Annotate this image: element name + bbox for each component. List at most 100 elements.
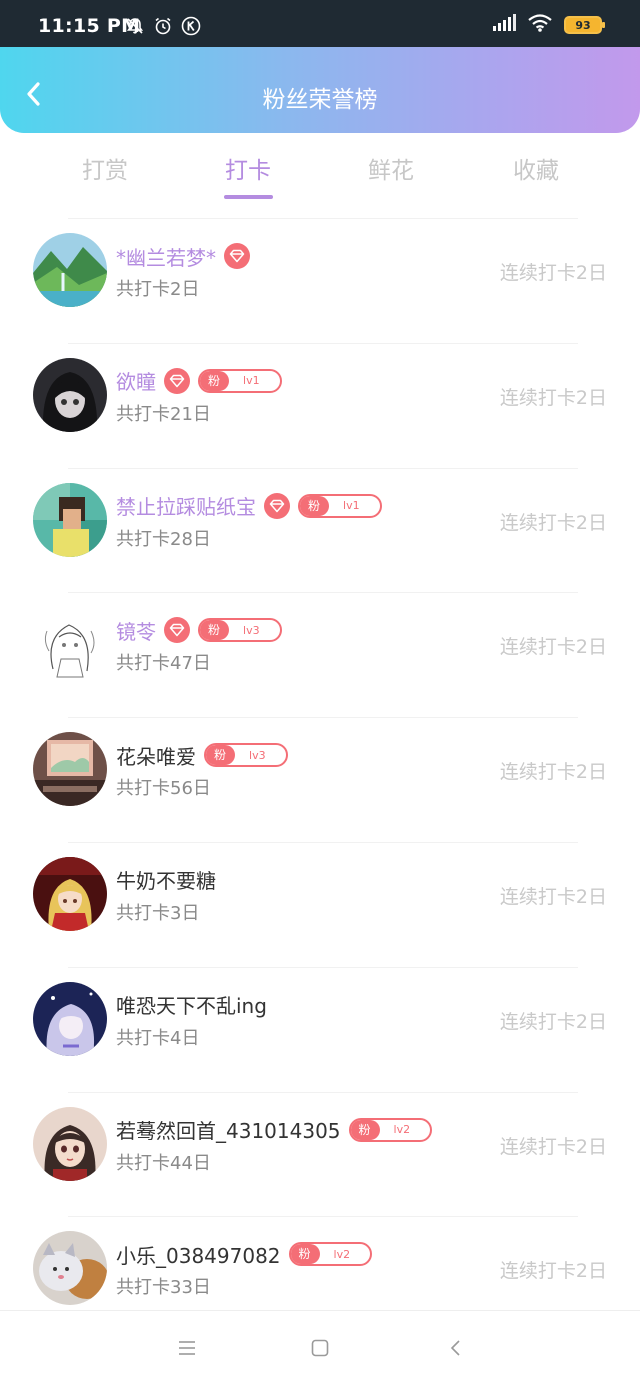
avatar[interactable] [33,856,107,931]
tab-flowers[interactable]: 鲜花 [341,151,441,185]
name-line: 若蓦然回首_431014305 粉 lv2 [116,1115,433,1144]
signal-icon [492,14,516,36]
avatar[interactable] [33,607,107,682]
tab-favorites[interactable]: 收藏 [486,151,586,185]
fan-name[interactable]: 牛奶不要糖 [116,865,216,894]
tab-bar: 打赏 打卡 鲜花 收藏 [0,145,640,205]
streak-label: 连续打卡2日 [499,1135,607,1158]
fan-level-badge: 粉 lv3 [204,743,288,768]
status-bar: 11:15 PM 93 [0,0,640,47]
avatar[interactable] [33,732,107,807]
fan-badge-label: 粉 [200,620,230,641]
fan-row[interactable]: 镜苓 粉 lv3 共打卡47日 连续打卡2日 [0,592,640,717]
name-line: 小乐_038497082 粉 lv2 [116,1240,373,1269]
total-checkins: 共打卡2日 [116,279,200,300]
home-square-icon [311,1339,329,1361]
avatar[interactable] [33,1106,107,1181]
fan-name[interactable]: 禁止拉踩贴纸宝 [116,491,256,520]
row-divider [68,717,578,719]
total-checkins: 共打卡33日 [116,1277,211,1299]
fan-badge-level: lv2 [393,1123,411,1137]
diamond-icon [224,243,250,269]
fan-level-badge: 粉 lv3 [198,618,282,643]
fan-row[interactable]: *幽兰若梦* 共打卡2日 连续打卡2日 [0,218,640,343]
fan-name[interactable]: *幽兰若梦* [116,242,216,271]
diamond-icon [164,367,190,394]
wifi-icon [528,14,552,36]
k-app-icon [181,16,201,40]
row-divider [68,841,578,843]
diamond-icon [264,492,290,519]
tab-checkin[interactable]: 打卡 [198,151,298,185]
fan-badge-label: 粉 [290,1244,320,1265]
bell-off-icon [125,16,145,40]
menu-button[interactable] [172,1337,202,1363]
name-line: 欲瞳 粉 lv1 [116,367,282,395]
name-line: *幽兰若梦* [116,242,250,270]
fan-row[interactable]: 花朵唯爱粉 lv3 共打卡56日 连续打卡2日 [0,717,640,842]
fan-badge-level: lv1 [343,499,360,513]
back-triangle-icon [448,1339,462,1361]
fan-row[interactable]: 唯恐天下不乱ing 共打卡4日 连续打卡2日 [0,966,640,1092]
fan-badge-label: 粉 [300,495,330,516]
row-divider [68,1216,578,1218]
row-divider [68,592,578,594]
row-divider [68,218,578,219]
total-checkins: 共打卡44日 [116,1152,211,1174]
streak-label: 连续打卡2日 [499,636,607,659]
page-title: 粉丝荣誉榜 [262,87,378,113]
name-line: 镜苓 粉 lv3 [116,616,282,644]
avatar[interactable] [33,233,107,307]
streak-label: 连续打卡2日 [499,1260,607,1283]
fan-name[interactable]: 唯恐天下不乱ing [116,990,267,1019]
alarm-icon [153,16,173,40]
fan-level-badge: 粉 lv1 [298,493,382,518]
fan-badge-label: 粉 [350,1119,380,1140]
fan-name[interactable]: 欲瞳 [116,366,156,395]
avatar[interactable] [33,357,107,432]
row-divider [68,1091,578,1093]
fan-row[interactable]: 若蓦然回首_431014305 粉 lv2 共打卡44日 连续打卡2日 [0,1091,640,1217]
fan-row[interactable]: 欲瞳 粉 lv1 共打卡21日 连续打卡2日 [0,342,640,468]
diamond-icon [164,617,190,644]
fan-level-badge: 粉 lv1 [198,368,282,393]
total-checkins: 共打卡47日 [116,653,211,675]
row-divider [68,467,578,469]
tab-indicator [224,195,273,199]
row-divider [68,966,578,968]
system-back-button[interactable] [440,1337,470,1363]
streak-label: 连续打卡2日 [499,511,607,534]
fan-level-badge: 粉 lv2 [348,1117,433,1142]
fan-row[interactable]: 禁止拉踩贴纸宝 粉 lv1 共打卡28日 连续打卡2日 [0,467,640,593]
name-line: 牛奶不要糖 [116,866,216,894]
fan-ranking-list: *幽兰若梦* 共打卡2日 连续打卡2日 欲瞳粉 lv1 共打卡21日 连续打卡2日 禁止拉踩贴… [0,218,640,1341]
fan-name[interactable]: 小乐_038497082 [116,1240,281,1269]
total-checkins: 共打卡28日 [116,528,211,550]
fan-badge-level: lv3 [243,623,260,637]
total-checkins: 共打卡21日 [116,403,211,425]
name-line: 禁止拉踩贴纸宝 粉 lv1 [116,492,382,520]
total-checkins: 共打卡56日 [116,778,211,800]
menu-icon [178,1340,196,1360]
fan-row[interactable]: 牛奶不要糖共打卡3日 连续打卡2日 [0,841,640,967]
fan-level-badge: 粉 lv2 [288,1242,373,1267]
tab-reward[interactable]: 打赏 [55,151,155,185]
avatar[interactable] [33,1231,107,1306]
total-checkins: 共打卡4日 [116,1027,200,1049]
streak-label: 连续打卡2日 [499,761,607,784]
fan-badge-level: lv2 [333,1247,351,1261]
fan-name[interactable]: 镜苓 [116,616,156,645]
streak-label: 连续打卡2日 [499,262,607,284]
system-nav-bar [0,1310,640,1387]
avatar[interactable] [33,981,107,1056]
fan-name[interactable]: 花朵唯爱 [116,741,196,770]
fan-badge-label: 粉 [200,370,230,391]
avatar[interactable] [33,482,107,557]
battery-icon: 93 [564,16,605,34]
home-button[interactable] [305,1337,335,1363]
fan-badge-level: lv1 [243,374,260,388]
total-checkins: 共打卡3日 [116,902,200,924]
streak-label: 连续打卡2日 [499,885,607,908]
fan-badge-label: 粉 [206,745,236,766]
fan-name[interactable]: 若蓦然回首_431014305 [116,1115,341,1144]
